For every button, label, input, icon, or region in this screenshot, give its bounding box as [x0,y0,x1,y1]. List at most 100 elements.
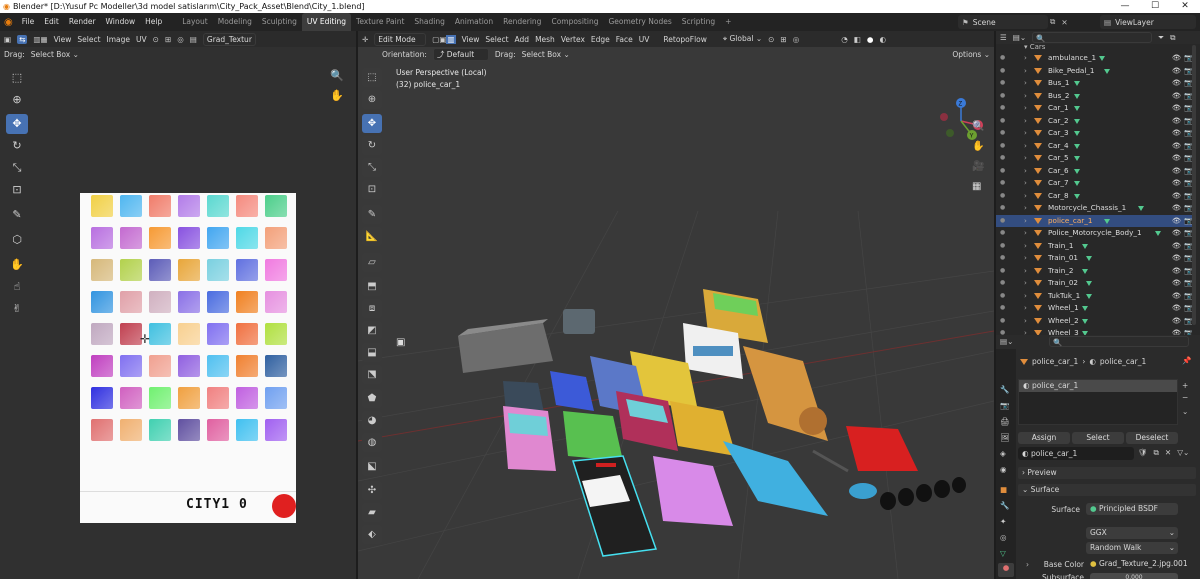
viewport-canvas[interactable]: X Z Y [358,61,994,579]
visibility-eye-icon[interactable]: 👁 [1172,252,1181,265]
tab-compositing[interactable]: Compositing [546,13,603,31]
vp-select-tool-icon[interactable]: ⬚ [362,68,382,87]
car-blue-small[interactable] [550,371,594,411]
mesh-data-icon[interactable] [1138,206,1144,211]
visibility-eye-icon[interactable]: 👁 [1172,227,1181,240]
tab-texture-paint[interactable]: Texture Paint [351,13,409,31]
unlink-material-icon[interactable]: ✕ [1165,448,1171,458]
expand-arrow-icon[interactable]: › [1024,190,1027,203]
exclude-checkbox-icon[interactable]: ● [1000,140,1005,153]
tab-rendering[interactable]: Rendering [498,13,546,31]
tab-layout[interactable]: Layout [177,13,213,31]
uv-pan-icon[interactable]: ✋ [330,89,344,102]
material-link-icon[interactable]: ▽⌄ [1177,448,1189,458]
drag-selector[interactable]: Select Box ⌄ [522,50,570,59]
outliner-item[interactable]: ● › Car_2 👁 📷 [996,115,1192,128]
xray-icon[interactable]: ◧ [854,35,861,44]
expand-arrow-icon[interactable]: › [1024,277,1027,290]
motorcycle-blue[interactable] [849,483,877,499]
vp-knife-tool-icon[interactable]: ⬔ [362,365,382,384]
uv-menu-select[interactable]: Select [77,35,100,44]
fake-user-icon[interactable]: 🛡 [1138,448,1148,458]
menu-uv[interactable]: UV [639,35,650,44]
outliner-item[interactable]: ● › Motorcycle_Chassis_1 👁 📷 [996,202,1192,215]
exclude-checkbox-icon[interactable]: ● [1000,327,1005,335]
menu-window[interactable]: Window [101,13,141,31]
exclude-checkbox-icon[interactable]: ● [1000,115,1005,128]
exclude-checkbox-icon[interactable]: ● [1000,302,1005,315]
outliner-item[interactable]: ● › Train_2 👁 📷 [996,265,1192,278]
preview-panel-header[interactable]: › Preview [1018,467,1196,479]
outliner-search-field[interactable]: 🔍 [1032,32,1153,43]
vp-edge-slide-tool-icon[interactable]: ⬕ [362,457,382,476]
snap-icon[interactable]: ⊞ [165,35,171,44]
texture-image[interactable]: CITY1 0 [80,193,296,523]
outliner-item[interactable]: ● › Bus_2 👁 📷 [996,90,1192,103]
outliner-item[interactable]: ● › Wheel_1 👁 📷 [996,302,1192,315]
surface-shader-selector[interactable]: ● Principled BSDF [1086,503,1178,515]
render-tab-icon[interactable]: 📷 [1000,401,1009,410]
expand-arrow-icon[interactable]: › [1024,240,1027,253]
car-pink-left[interactable] [503,406,556,471]
vp-transform-tool-icon[interactable]: ⊡ [362,180,382,199]
transform-tool-icon[interactable]: ⊡ [6,180,28,200]
outliner-item[interactable]: ● › Car_7 👁 📷 [996,177,1192,190]
expand-arrow-icon[interactable]: › [1024,140,1027,153]
outliner-item[interactable]: ● › Wheel_2 👁 📷 [996,315,1192,328]
render-camera-icon[interactable]: 📷 [1184,102,1192,115]
delete-scene-icon[interactable]: ✕ [1061,18,1067,27]
viewport-editor-type-icon[interactable]: ✛ [362,35,368,44]
visibility-eye-icon[interactable]: 👁 [1172,190,1181,203]
minimize-button[interactable]: — [1110,0,1140,13]
particles-tab-icon[interactable]: ✦ [1000,517,1006,526]
vp-spin-tool-icon[interactable]: ◕ [362,411,382,430]
shading-material-icon[interactable]: ◐ [879,35,886,44]
exclude-checkbox-icon[interactable]: ● [1000,65,1005,78]
outliner-item[interactable]: ● › Car_1 👁 📷 [996,102,1192,115]
mesh-data-icon[interactable] [1103,218,1110,224]
visibility-eye-icon[interactable]: 👁 [1172,77,1181,90]
car-green[interactable] [563,411,623,461]
blender-menu-icon[interactable]: ◉ [0,17,17,28]
outliner-item[interactable]: ● › Car_3 👁 📷 [996,127,1192,140]
rotate-tool-icon[interactable]: ↻ [6,136,28,156]
outliner-item[interactable]: ● › Car_4 👁 📷 [996,140,1192,153]
expand-arrow-icon[interactable]: › [1024,215,1027,228]
mesh-data-icon[interactable] [1073,143,1080,149]
shading-solid-icon[interactable]: ● [867,35,874,44]
render-camera-icon[interactable]: 📷 [1184,140,1192,153]
outliner-item[interactable]: ● › Police_Motorcycle_Body_1 👁 📷 [996,227,1192,240]
outliner-item[interactable]: ● › Bus_1 👁 📷 [996,77,1192,90]
expand-arrow-icon[interactable]: › [1024,290,1027,303]
duplicate-material-icon[interactable]: ⧉ [1154,448,1159,458]
relax-tool-icon[interactable]: ✋ [6,255,28,275]
uv-menu-image[interactable]: Image [107,35,131,44]
visibility-eye-icon[interactable]: 👁 [1172,240,1181,253]
vp-scale-tool-icon[interactable]: ⤡ [362,158,382,177]
snap-toggle-icon[interactable]: ⊞ [780,35,786,44]
visibility-eye-icon[interactable]: 👁 [1172,290,1181,303]
navigation-gizmo[interactable]: X Z Y [940,98,983,140]
exclude-checkbox-icon[interactable]: ● [1000,52,1005,65]
exclude-checkbox-icon[interactable]: ● [1000,240,1005,253]
exclude-checkbox-icon[interactable]: ● [1000,290,1005,303]
vp-extrude-tool-icon[interactable]: ⬒ [362,277,382,296]
mesh-data-icon[interactable] [1099,56,1106,61]
object-tab-icon[interactable]: ■ [1000,485,1007,494]
mesh-data-icon[interactable] [1086,293,1093,299]
expand-arrow-icon[interactable]: › [1024,152,1027,165]
vp-cursor-tool-icon[interactable]: ⊕ [362,90,382,109]
scale-tool-icon[interactable]: ⤡ [6,158,28,178]
exclude-checkbox-icon[interactable]: ● [1000,202,1005,215]
mesh-data-icon[interactable] [1073,81,1080,86]
add-workspace-button[interactable]: + [720,13,736,31]
assign-button[interactable]: Assign [1018,432,1070,444]
close-button[interactable]: ✕ [1170,0,1200,13]
material-tab-icon[interactable]: ● [998,563,1014,577]
move-tool-icon[interactable]: ✥ [6,114,28,134]
mesh-data-icon[interactable] [1082,318,1089,324]
outliner-item[interactable]: ● › ambulance_1 👁 📷 [996,52,1192,65]
physics-tab-icon[interactable]: ◎ [1000,533,1007,542]
select-mode-icon[interactable]: ▥▦ [33,35,47,44]
render-camera-icon[interactable]: 📷 [1184,290,1192,303]
